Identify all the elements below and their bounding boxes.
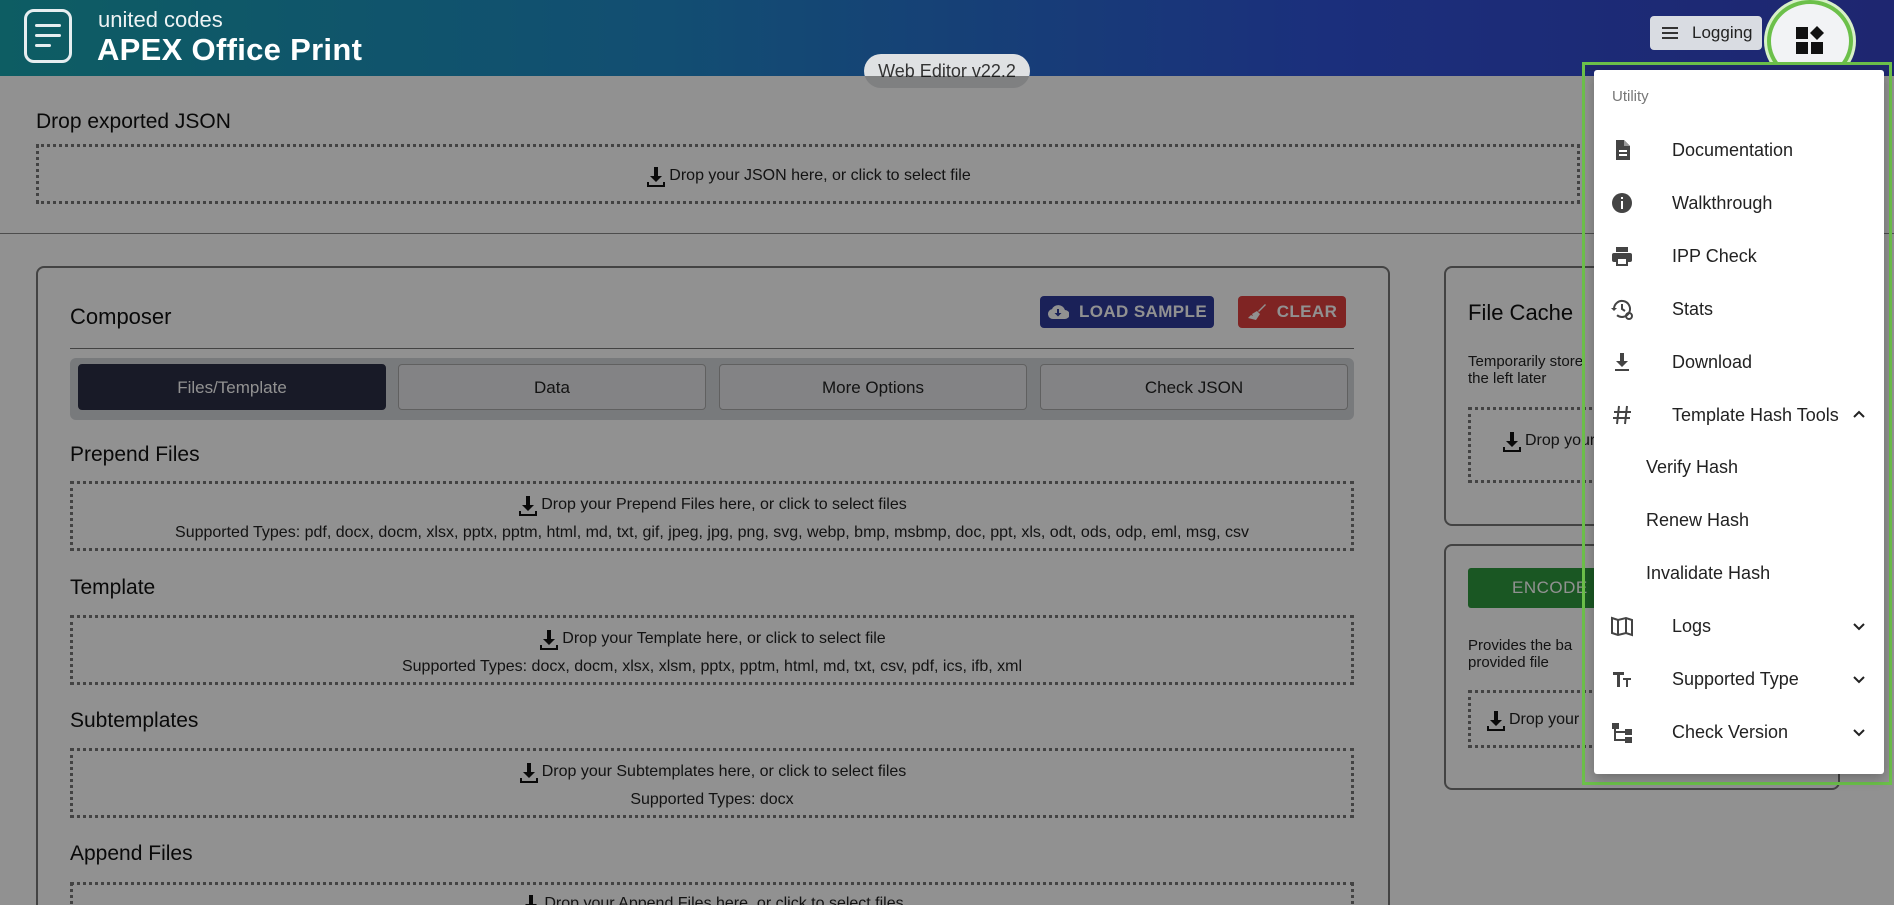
menu-item-verify-hash[interactable]: Verify Hash — [1594, 444, 1884, 490]
menu-item-label: Invalidate Hash — [1646, 562, 1771, 583]
info-icon — [1612, 193, 1632, 213]
menu-subheader: Utility — [1612, 88, 1649, 105]
logging-label: Logging — [1692, 23, 1753, 42]
menu-item-label: Stats — [1672, 298, 1714, 319]
menu-item-label: Renew Hash — [1646, 509, 1750, 530]
printer-icon — [1612, 247, 1632, 266]
menu-item-label: Check Version — [1672, 721, 1789, 742]
menu-item-label: Documentation — [1672, 139, 1794, 160]
text-size-icon — [1613, 672, 1631, 687]
tree-icon — [1612, 723, 1632, 743]
logging-button[interactable]: Logging — [1650, 16, 1762, 50]
chevron-up-icon — [1853, 410, 1865, 418]
logo-icon[interactable] — [24, 9, 72, 63]
menu-item-documentation[interactable]: Documentation — [1594, 127, 1884, 173]
menu-icon — [1662, 27, 1678, 39]
history-settings-icon — [1611, 300, 1633, 320]
menu-item-label: Template Hash Tools — [1672, 404, 1839, 425]
menu-item-ipp-check[interactable]: IPP Check — [1594, 233, 1884, 279]
utility-menu: Utility Documentation Walkthrough IPP Ch… — [1594, 70, 1884, 774]
menu-item-label: Download — [1672, 351, 1753, 372]
chevron-down-icon — [1853, 676, 1865, 684]
download-icon — [1615, 353, 1629, 371]
menu-item-renew-hash[interactable]: Renew Hash — [1594, 497, 1884, 543]
brand-company: united codes — [98, 7, 223, 32]
menu-item-label: IPP Check — [1672, 245, 1757, 266]
menu-item-template-hash-tools[interactable]: Template Hash Tools — [1594, 392, 1884, 438]
menu-item-invalidate-hash[interactable]: Invalidate Hash — [1594, 550, 1884, 596]
apps-grid-icon — [1796, 26, 1824, 54]
menu-item-check-version[interactable]: Check Version — [1594, 709, 1884, 755]
hash-icon — [1613, 405, 1631, 425]
brand-product: APEX Office Print — [97, 32, 363, 67]
map-book-icon — [1611, 616, 1633, 637]
menu-item-download[interactable]: Download — [1594, 339, 1884, 385]
menu-item-label: Walkthrough — [1672, 192, 1773, 213]
menu-item-walkthrough[interactable]: Walkthrough — [1594, 180, 1884, 226]
menu-item-label: Supported Type — [1672, 668, 1799, 689]
menu-item-label: Logs — [1672, 615, 1712, 636]
menu-item-label: Verify Hash — [1646, 456, 1739, 477]
menu-item-logs[interactable]: Logs — [1594, 603, 1884, 649]
menu-item-stats[interactable]: Stats — [1594, 286, 1884, 332]
chevron-down-icon — [1853, 729, 1865, 737]
document-icon — [1616, 140, 1630, 160]
chevron-down-icon — [1853, 623, 1865, 631]
menu-item-supported-type[interactable]: Supported Type — [1594, 656, 1884, 702]
